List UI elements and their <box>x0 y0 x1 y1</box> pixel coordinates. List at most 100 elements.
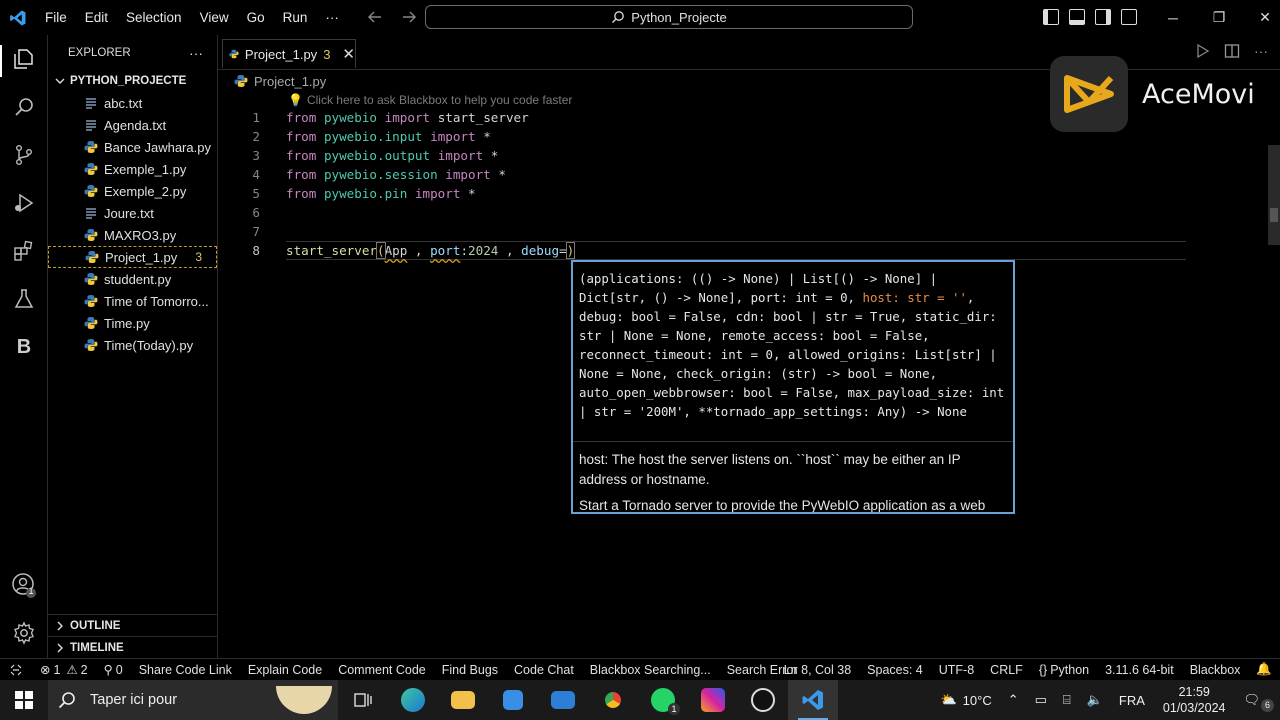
debug-keyword: debug <box>521 243 560 258</box>
notification-center-icon[interactable]: 🗨 6 <box>1235 692 1280 712</box>
file-item[interactable]: abc.txt <box>48 92 217 114</box>
blackbox-searching[interactable]: Blackbox Searching... <box>582 663 719 677</box>
blackbox-icon[interactable]: B <box>10 333 38 361</box>
blackbox-status[interactable]: Blackbox <box>1182 663 1249 677</box>
chrome-icon[interactable] <box>588 680 638 720</box>
explorer-icon[interactable] <box>10 45 38 73</box>
edge-browser-icon[interactable] <box>388 680 438 720</box>
file-label: Exemple_2.py <box>104 183 187 199</box>
search-icon[interactable] <box>10 93 38 121</box>
python-interpreter[interactable]: 3.11.6 64-bit <box>1097 663 1182 677</box>
file-item[interactable]: Time.py <box>48 312 217 334</box>
file-item[interactable]: Time of Tomorro... <box>48 290 217 312</box>
run-debug-icon[interactable] <box>10 189 38 217</box>
code-line[interactable]: 4 from pywebio.session import * <box>218 165 1186 184</box>
microsoft-store-icon[interactable] <box>488 680 538 720</box>
mail-icon[interactable] <box>538 680 588 720</box>
project-folder[interactable]: PYTHON_PROJECTE <box>48 70 217 92</box>
settings-gear-icon[interactable] <box>10 619 38 647</box>
comment-code[interactable]: Comment Code <box>330 663 434 677</box>
menu-selection[interactable]: Selection <box>117 10 191 25</box>
cursor-position[interactable]: Ln 8, Col 38 <box>776 663 859 677</box>
vscode-taskbar-icon[interactable] <box>788 680 838 720</box>
obs-recorder-icon[interactable] <box>738 680 788 720</box>
code-line[interactable]: 7 <box>218 222 1186 241</box>
volume-icon[interactable]: 🔈 <box>1079 692 1111 708</box>
forward-arrow-icon[interactable] <box>400 8 418 26</box>
tray-chevron-up-icon[interactable]: ⌃ <box>1000 692 1027 708</box>
close-window-button[interactable]: ✕ <box>1242 9 1280 26</box>
customize-layout-icon[interactable] <box>1121 9 1137 25</box>
encoding[interactable]: UTF-8 <box>931 663 982 677</box>
noodles-illustration-icon <box>276 686 332 714</box>
toggle-secondary-sidebar-icon[interactable] <box>1095 9 1111 25</box>
menu-more[interactable]: ··· <box>316 10 348 25</box>
find-bugs[interactable]: Find Bugs <box>434 663 506 677</box>
file-item[interactable]: Joure.txt <box>48 202 217 224</box>
source-control-icon[interactable] <box>10 141 38 169</box>
problems-indicator[interactable]: ⊗ 1 ⚠ 2 <box>32 662 96 678</box>
file-item[interactable]: Agenda.txt <box>48 114 217 136</box>
scrollbar-thumb[interactable] <box>1270 208 1278 222</box>
language-indicator[interactable]: FRA <box>1111 693 1153 708</box>
command-center[interactable]: Python_Projecte <box>425 5 913 29</box>
back-arrow-icon[interactable] <box>366 8 384 26</box>
code-line[interactable]: 6 <box>218 203 1186 222</box>
indentation[interactable]: Spaces: 4 <box>859 663 931 677</box>
toggle-primary-sidebar-icon[interactable] <box>1043 9 1059 25</box>
code-line[interactable]: 2 from pywebio.input import * <box>218 127 1186 146</box>
minimize-button[interactable]: ─ <box>1150 10 1196 26</box>
explain-code[interactable]: Explain Code <box>240 663 330 677</box>
ports-indicator[interactable]: ⚲ 0 <box>96 662 131 678</box>
menu-run[interactable]: Run <box>274 10 317 25</box>
file-item[interactable]: Time(Today).py <box>48 334 217 356</box>
notifications-bell-icon[interactable]: 🔔 <box>1248 662 1280 677</box>
file-item[interactable]: Exemple_2.py <box>48 180 217 202</box>
share-code-link[interactable]: Share Code Link <box>131 663 240 677</box>
code-chat[interactable]: Code Chat <box>506 663 582 677</box>
testing-flask-icon[interactable] <box>10 285 38 313</box>
network-icon[interactable]: ⌸ <box>1055 692 1079 708</box>
code-line[interactable]: 5 from pywebio.pin import * <box>218 184 1186 203</box>
instagram-icon[interactable] <box>688 680 738 720</box>
file-item[interactable]: Exemple_1.py <box>48 158 217 180</box>
lightbulb-icon: 💡 <box>288 93 303 107</box>
code-line[interactable]: 1 from pywebio import start_server <box>218 108 1186 127</box>
menu-go[interactable]: Go <box>238 10 274 25</box>
blackbox-hint[interactable]: 💡 Click here to ask Blackbox to help you… <box>288 93 572 107</box>
tab-close-button[interactable]: ✕ <box>342 45 355 63</box>
editor-more-button[interactable]: ··· <box>1254 43 1268 59</box>
whatsapp-icon[interactable]: 1 <box>638 680 688 720</box>
file-item[interactable]: MAXRO3.py <box>48 224 217 246</box>
language-mode[interactable]: {} Python <box>1031 663 1097 677</box>
timeline-section[interactable]: TIMELINE <box>48 636 217 658</box>
end-of-line[interactable]: CRLF <box>982 663 1031 677</box>
clock[interactable]: 21:59 01/03/2024 <box>1153 684 1236 716</box>
windows-start-icon[interactable] <box>0 680 48 720</box>
remote-indicator[interactable] <box>0 664 32 676</box>
menu-view[interactable]: View <box>191 10 238 25</box>
signature-after: , debug: bool = False, cdn: bool | str =… <box>579 290 1005 419</box>
editor-scrollbar[interactable] <box>1268 145 1280 245</box>
file-item[interactable]: Bance Jawhara.py <box>48 136 217 158</box>
outline-section[interactable]: OUTLINE <box>48 614 217 636</box>
breadcrumb-file[interactable]: Project_1.py <box>254 74 326 89</box>
file-item[interactable]: studdent.py <box>48 268 217 290</box>
task-view-icon[interactable] <box>338 680 388 720</box>
file-item[interactable]: Project_1.py 3 <box>48 246 217 268</box>
taskbar-search-box[interactable]: Taper ici pour <box>48 680 338 720</box>
weather-widget[interactable]: ⛅ 10°C <box>932 692 999 708</box>
file-explorer-icon[interactable] <box>438 680 488 720</box>
extensions-icon[interactable] <box>10 237 38 265</box>
tab-project-1[interactable]: Project_1.py 3 ✕ <box>222 39 356 68</box>
code-line[interactable]: 3 from pywebio.output import * <box>218 146 1186 165</box>
chevron-right-icon <box>57 621 63 630</box>
menu-edit[interactable]: Edit <box>76 10 117 25</box>
explorer-more-button[interactable]: ··· <box>189 45 203 61</box>
account-icon[interactable]: 1 <box>10 571 38 599</box>
toggle-panel-icon[interactable] <box>1069 9 1085 25</box>
code-line[interactable]: 8 start_server(App , port:2024 , debug=) <box>218 241 1186 260</box>
battery-icon[interactable]: ▭ <box>1027 692 1055 708</box>
restore-button[interactable]: ❐ <box>1196 9 1242 26</box>
menu-file[interactable]: File <box>36 10 76 25</box>
